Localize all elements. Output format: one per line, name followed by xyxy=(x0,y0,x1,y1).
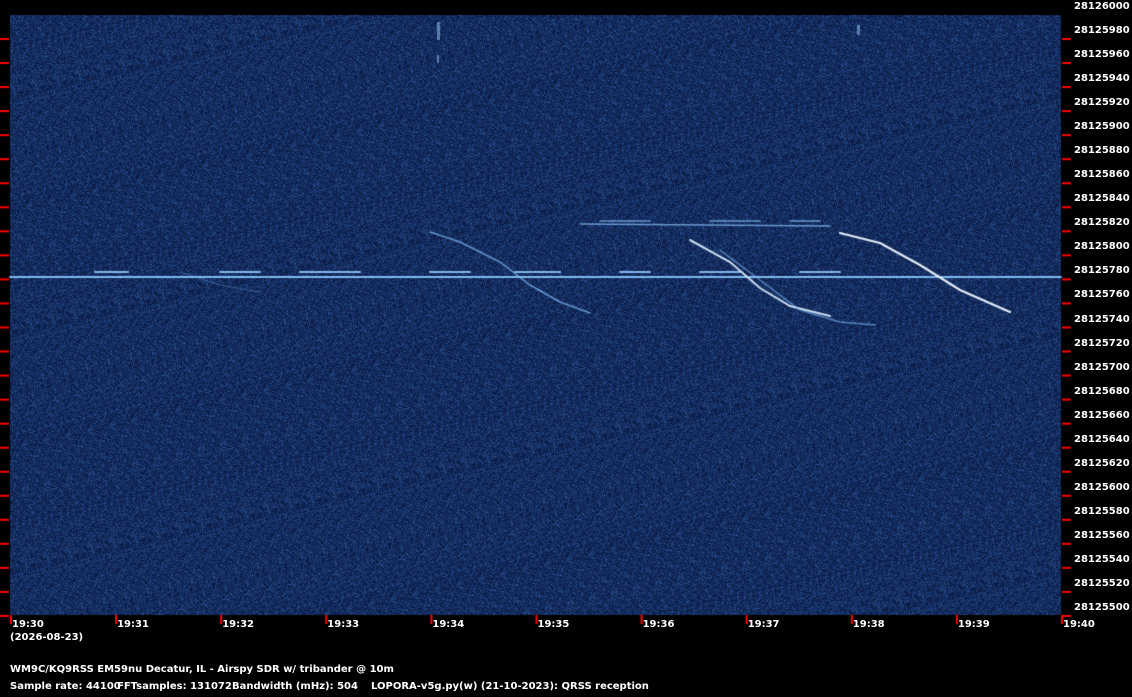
frequency-label: 28125600 xyxy=(1074,481,1130,493)
frequency-label: 28125860 xyxy=(1074,169,1130,181)
frequency-label: 28125720 xyxy=(1074,337,1130,349)
frequency-label: 28126000 xyxy=(1074,1,1130,12)
frequency-label: 28125640 xyxy=(1074,433,1130,445)
frequency-label: 28125540 xyxy=(1074,553,1130,565)
frequency-label: 28125500 xyxy=(1074,602,1130,613)
time-label: 19:31 xyxy=(117,619,149,630)
software-version: LOPORA-v5g.py(w) (21-10-2023): QRSS rece… xyxy=(371,681,649,692)
sample-rate: Sample rate: 44100 xyxy=(10,681,121,692)
time-label: 19:33 xyxy=(327,619,360,630)
bandwidth: Bandwidth (mHz): 504 xyxy=(232,681,358,692)
frequency-label: 28125740 xyxy=(1074,313,1130,325)
frequency-label: 28125820 xyxy=(1074,217,1130,229)
frequency-label: 28125680 xyxy=(1074,385,1130,397)
frequency-label: 28125940 xyxy=(1074,73,1130,85)
frequency-label: 28125780 xyxy=(1074,265,1130,277)
time-label: 19:30 xyxy=(12,619,44,630)
spectrogram-waterfall xyxy=(0,0,1132,697)
frequency-label: 28125520 xyxy=(1074,577,1130,589)
frequency-label: 28125920 xyxy=(1074,97,1130,109)
frequency-label: 28125760 xyxy=(1074,289,1130,301)
time-label: 19:32 xyxy=(222,619,255,630)
time-label: 19:34 xyxy=(432,619,465,630)
frequency-label: 28125960 xyxy=(1074,49,1130,61)
time-label: 19:37 xyxy=(747,619,780,630)
frequency-label: 28125900 xyxy=(1074,121,1130,133)
frequency-label: 28125840 xyxy=(1074,193,1130,205)
frequency-label: 28125660 xyxy=(1074,409,1130,421)
frequency-label: 28125620 xyxy=(1074,457,1130,469)
time-label: 19:40 xyxy=(1063,619,1095,630)
date-label: (2026-08-23) xyxy=(10,632,84,643)
frequency-label: 28125580 xyxy=(1074,505,1130,517)
frequency-label: 28125560 xyxy=(1074,529,1130,541)
time-label: 19:35 xyxy=(537,619,570,630)
time-label: 19:38 xyxy=(852,619,885,630)
fft-samples: FFTsamples: 131072 xyxy=(117,681,232,692)
time-label: 19:36 xyxy=(642,619,675,630)
frequency-label: 28125980 xyxy=(1074,25,1130,37)
frequency-label: 28125880 xyxy=(1074,145,1130,157)
frequency-label: 28125800 xyxy=(1074,241,1130,253)
station-info: WM9C/KQ9RSS EM59nu Decatur, IL - Airspy … xyxy=(10,664,394,675)
time-label: 19:39 xyxy=(957,619,990,630)
frequency-label: 28125700 xyxy=(1074,361,1130,373)
